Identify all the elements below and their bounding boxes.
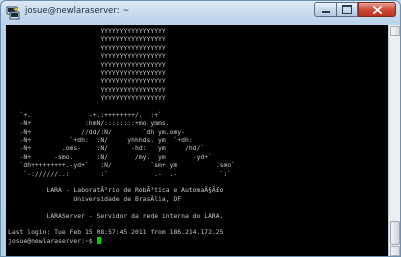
banner-line: YYYYYYYYYYYYYYYYY [8,35,166,44]
banner-line: LARAServer - Servidor da rede interna do… [8,211,224,220]
title-bar[interactable]: josue@newlaraserver: ~ [1,1,400,25]
banner-line: YYYYYYYYYYYYYYYYY [8,77,166,86]
maximize-button[interactable] [336,2,358,17]
banner-line: -N+ `+dh: :N/ yhhhds. ym `+dh: [8,136,193,145]
banner-line: YYYYYYYYYYYYYYYYY [8,68,166,77]
banner-line: -N+ //dd/:N/ `dh ym.omy- [8,127,185,136]
close-button[interactable] [358,2,396,17]
terminal-output: YYYYYYYYYYYYYYYYY YYYYYYYYYYYYYYYYY YYYY… [6,25,388,246]
vertical-scrollbar[interactable] [388,25,400,256]
banner-line: YYYYYYYYYYYYYYYYY [8,43,166,52]
terminal-screen[interactable]: YYYYYYYYYYYYYYYYY YYYYYYYYYYYYYYYYY YYYY… [6,25,388,256]
banner-line [8,103,388,111]
banner-line: `+. -+.:++++++++/. :+` [8,110,162,119]
maximize-icon [342,5,352,14]
close-icon [372,5,382,14]
shell-prompt: josue@newlaraserver:~$ [8,236,97,245]
banner-line: LARA - LaboratÃ³rio de RobÃ³tica e Autom… [8,186,224,195]
banner-line: `-://////..: :` .- .- `:` [8,169,232,178]
banner-line: YYYYYYYYYYYYYYYYY [8,94,166,103]
terminal-window: josue@newlaraserver: ~ YYYYYYYYYYYYYYYYY… [0,0,401,257]
banner-line: Universidade de BrasÃ­lia, DF [8,194,182,203]
minimize-icon [321,11,330,13]
putty-icon[interactable] [6,5,20,20]
window-title: josue@newlaraserver: ~ [25,6,130,16]
banner-line: YYYYYYYYYYYYYYYYY [8,85,166,94]
scroll-up-arrow-icon[interactable] [390,26,400,36]
minimize-button[interactable] [314,2,336,17]
scroll-down-arrow-icon[interactable] [390,246,400,256]
banner-line: YYYYYYYYYYYYYYYYY [8,60,166,69]
banner-line: YYYYYYYYYYYYYYYYY [8,52,166,61]
banner-line: -N+ :hmN/::::::::+mo ymms. [8,119,170,128]
prompt-line[interactable]: josue@newlaraserver:~$ [8,236,388,246]
banner-line: -N+ -smo. :N/ /my. ym -yd+` [8,152,212,161]
banner-line: `dh+++++++++.-yd+` :N/ `sm+ ym .smo` [8,161,236,170]
last-login-line: Last login: Tue Feb 15 08:57:45 2011 fro… [8,228,224,237]
banner-line [8,203,388,211]
banner-line: -N+ .oms- :N/ -hd: ym /hd/` [8,144,205,153]
banner: YYYYYYYYYYYYYYYYY YYYYYYYYYYYYYYYYY YYYY… [8,27,388,228]
scrollbar-thumb[interactable] [390,221,400,245]
banner-line: YYYYYYYYYYYYYYYYY [8,27,166,35]
banner-line [8,220,388,228]
window-controls [314,2,396,17]
text-cursor [96,236,101,244]
